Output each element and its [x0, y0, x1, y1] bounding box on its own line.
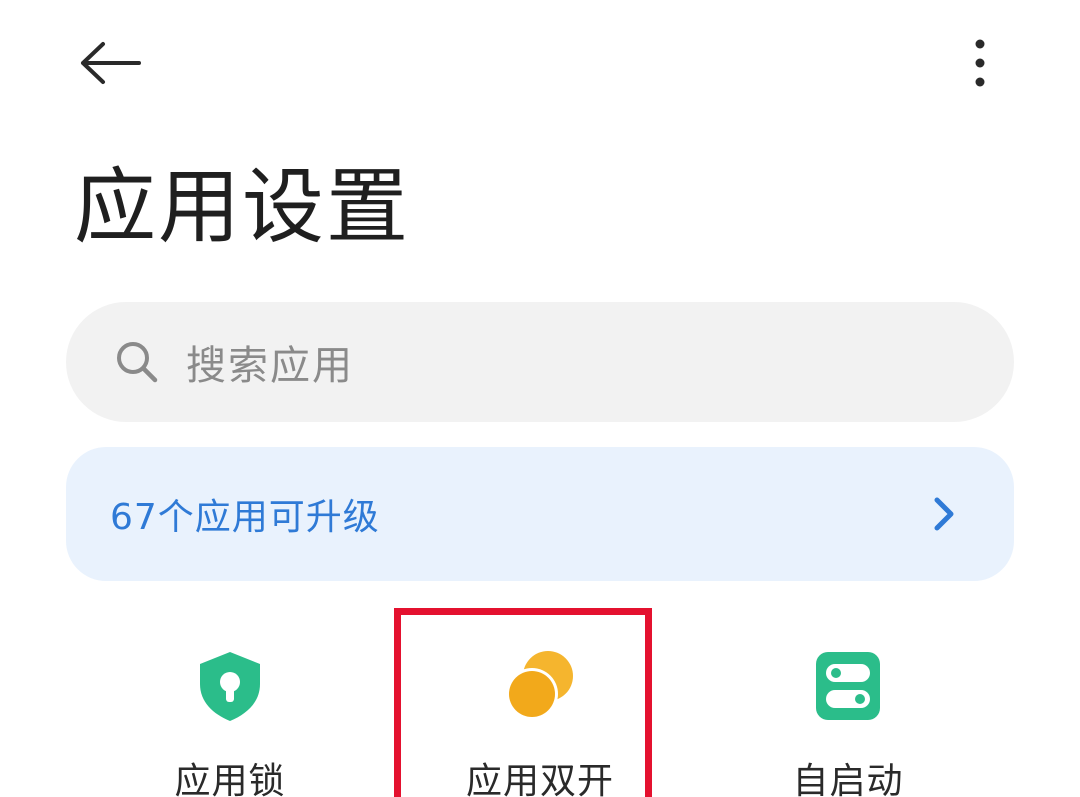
app-settings-page: 应用设置 搜索应用 67个应用可升级 应用锁 应用双开 自启动 — [0, 0, 1080, 797]
toggle-switches-icon — [810, 648, 886, 724]
page-title: 应用设置 — [74, 160, 411, 255]
autostart-item[interactable]: 自启动 — [748, 600, 948, 797]
back-button[interactable] — [70, 28, 150, 98]
autostart-label: 自启动 — [792, 761, 904, 797]
search-icon — [114, 339, 160, 385]
shield-lock-icon — [192, 648, 268, 724]
app-upgrade-banner[interactable]: 67个应用可升级 — [66, 447, 1014, 581]
app-lock-label: 应用锁 — [174, 761, 286, 797]
chevron-right-icon — [930, 495, 958, 533]
dual-apps-item[interactable]: 应用双开 — [430, 600, 650, 797]
top-bar — [0, 0, 1080, 130]
more-vertical-icon — [975, 39, 985, 87]
search-input[interactable]: 搜索应用 — [66, 302, 1014, 422]
dual-circles-icon — [502, 648, 578, 724]
search-placeholder: 搜索应用 — [186, 343, 354, 389]
app-lock-item[interactable]: 应用锁 — [130, 600, 330, 797]
upgrade-count-text: 67个应用可升级 — [110, 497, 380, 538]
feature-grid: 应用锁 应用双开 自启动 — [0, 600, 1080, 797]
dual-apps-label: 应用双开 — [465, 761, 614, 797]
more-options-button[interactable] — [950, 28, 1010, 98]
arrow-left-icon — [81, 42, 141, 84]
